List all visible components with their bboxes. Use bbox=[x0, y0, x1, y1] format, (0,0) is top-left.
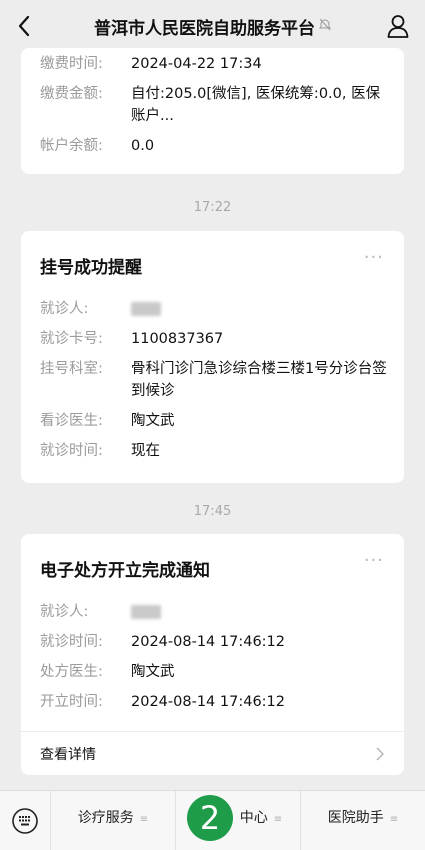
card-row: 挂号科室: 骨科门诊门急诊综合楼三楼1号分诊台签到候诊 bbox=[40, 358, 404, 402]
row-value: 0.0 bbox=[131, 138, 155, 154]
card-title: 电子处方开立完成通知 bbox=[40, 561, 210, 581]
row-label: 缴费时间: bbox=[40, 56, 103, 72]
user-icon bbox=[387, 15, 409, 38]
page-title: 普洱市人民医院自助服务平台 bbox=[94, 18, 315, 39]
row-label: 缴费金额: bbox=[40, 86, 103, 102]
row-value: 1100837367 bbox=[131, 331, 224, 347]
row-label: 就诊时间: bbox=[40, 634, 103, 650]
menu-item-diagnosis[interactable]: 诊疗服务 ≡ bbox=[50, 790, 175, 850]
profile-button[interactable] bbox=[385, 12, 411, 40]
keyboard-toggle[interactable] bbox=[0, 791, 50, 850]
row-label: 就诊卡号: bbox=[40, 331, 103, 347]
chat-header: 普洱市人民医院自助服务平台 bbox=[0, 0, 425, 52]
card-row: 就诊人: bbox=[40, 298, 404, 320]
back-button[interactable] bbox=[10, 12, 38, 40]
payment-card: 缴费时间: 2024-04-22 17:34 缴费金额: 自付:205.0[微信… bbox=[21, 48, 404, 174]
card-title: 挂号成功提醒 bbox=[40, 258, 142, 278]
timestamp: 17:22 bbox=[193, 200, 232, 215]
row-value: 现在 bbox=[131, 443, 160, 459]
card-row: 帐户余额: 0.0 bbox=[40, 135, 404, 157]
card-row: 缴费时间: 2024-04-22 17:34 bbox=[40, 53, 404, 75]
bell-muted-icon bbox=[318, 18, 332, 34]
row-value: 陶文武 bbox=[131, 413, 175, 429]
row-value: 骨科门诊门急诊综合楼三楼1号分诊台签到候诊 bbox=[131, 361, 387, 399]
more-icon[interactable]: ··· bbox=[364, 552, 384, 570]
menu-lines-icon: ≡ bbox=[139, 813, 149, 825]
row-value: 2024-08-14 17:46:12 bbox=[131, 634, 285, 650]
chevron-right-icon bbox=[376, 747, 384, 761]
number-badge: 2 bbox=[187, 795, 233, 841]
row-label: 就诊时间: bbox=[40, 443, 103, 459]
row-value: 2024-08-14 17:46:12 bbox=[131, 694, 285, 710]
card-row: 就诊人: bbox=[40, 601, 404, 623]
prescription-card[interactable]: 电子处方开立完成通知 ··· 就诊人: 就诊时间: 2024-08-14 17:… bbox=[21, 534, 404, 775]
timestamp: 17:45 bbox=[193, 504, 232, 519]
card-row: 缴费金额: 自付:205.0[微信], 医保统筹:0.0, 医保账户... bbox=[40, 83, 404, 127]
card-row: 就诊时间: 2024-08-14 17:46:12 bbox=[40, 631, 404, 653]
row-value: 陶文武 bbox=[131, 664, 175, 680]
row-value: 自付:205.0[微信], 医保统筹:0.0, 医保账户... bbox=[131, 86, 381, 124]
blurred-name bbox=[131, 302, 161, 316]
chevron-left-icon bbox=[18, 15, 30, 37]
card-row: 看诊医生: 陶文武 bbox=[40, 410, 404, 432]
row-label: 就诊人: bbox=[40, 301, 89, 317]
card-row: 就诊卡号: 1100837367 bbox=[40, 328, 404, 350]
menu-lines-icon: ≡ bbox=[389, 813, 399, 825]
row-label: 就诊人: bbox=[40, 604, 89, 620]
blurred-name bbox=[131, 605, 161, 619]
card-row: 就诊时间: 现在 bbox=[40, 440, 404, 462]
menu-label: 诊疗服务 bbox=[77, 809, 134, 826]
registration-card[interactable]: 挂号成功提醒 ··· 就诊人: 就诊卡号: 1100837367 挂号科室: 骨… bbox=[21, 231, 404, 483]
menu-label: 中心 bbox=[239, 809, 268, 826]
view-details-link[interactable]: 查看详情 bbox=[21, 731, 404, 775]
row-label: 看诊医生: bbox=[40, 413, 103, 429]
menu-label: 医院助手 bbox=[327, 809, 384, 826]
card-row: 处方医生: 陶文武 bbox=[40, 661, 404, 683]
keyboard-icon bbox=[12, 807, 38, 834]
row-label: 开立时间: bbox=[40, 694, 103, 710]
row-value: 2024-04-22 17:34 bbox=[131, 56, 262, 72]
card-row: 开立时间: 2024-08-14 17:46:12 bbox=[40, 691, 404, 713]
row-label: 处方医生: bbox=[40, 664, 103, 680]
menu-item-assistant[interactable]: 医院助手 ≡ bbox=[300, 790, 425, 850]
more-icon[interactable]: ··· bbox=[364, 249, 384, 267]
menu-lines-icon: ≡ bbox=[273, 813, 283, 825]
row-label: 挂号科室: bbox=[40, 361, 103, 377]
row-label: 帐户余额: bbox=[40, 138, 103, 154]
view-details-label: 查看详情 bbox=[40, 746, 96, 763]
